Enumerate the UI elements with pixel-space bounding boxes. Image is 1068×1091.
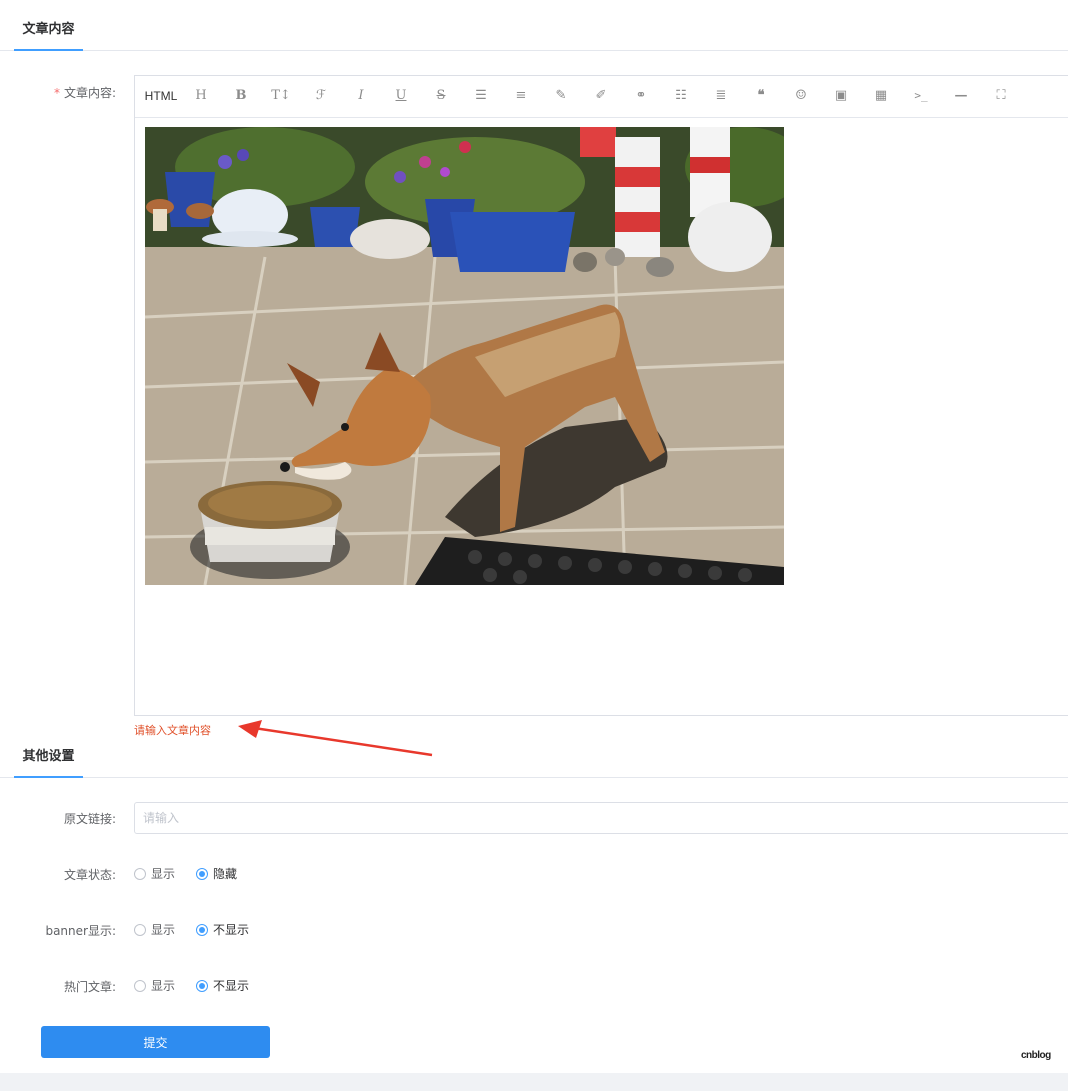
status-show-radio[interactable]: 显示 bbox=[134, 865, 175, 882]
tab-other-settings[interactable]: 其他设置 bbox=[14, 744, 83, 778]
status-hide-radio[interactable]: 隐藏 bbox=[196, 865, 237, 882]
radio-label: 隐藏 bbox=[213, 867, 238, 881]
radio-dot-icon bbox=[134, 923, 146, 936]
other-section-header: 其他设置 bbox=[0, 727, 1068, 778]
editor-toolbar: HTML H B T↕ ℱ I U S ☰ ≡ ✎ ✐ ⚭ ☷ ≣ ❝ ☺ ▣ … bbox=[135, 76, 1068, 118]
emoji-icon[interactable]: ☺ bbox=[788, 86, 814, 106]
footer-bar bbox=[0, 1073, 1068, 1091]
list-icon[interactable]: ☷ bbox=[668, 86, 694, 106]
watermark-logo: cnblog bbox=[1021, 1050, 1051, 1061]
radio-dot-icon bbox=[134, 979, 146, 992]
content-section-header: 文章内容 bbox=[0, 0, 1068, 51]
brush-icon[interactable]: ✐ bbox=[588, 86, 614, 106]
radio-dot-selected-icon bbox=[196, 979, 208, 992]
embedded-fox-photo[interactable] bbox=[145, 127, 784, 585]
quote-icon[interactable]: ❝ bbox=[748, 86, 774, 106]
radio-label: 不显示 bbox=[213, 979, 250, 993]
hot-show-radio[interactable]: 显示 bbox=[134, 977, 175, 994]
indent-icon[interactable]: ☰ bbox=[468, 86, 494, 106]
font-family-icon[interactable]: ℱ bbox=[308, 86, 334, 106]
heading-icon[interactable]: H bbox=[188, 86, 214, 106]
italic-icon[interactable]: I bbox=[348, 86, 374, 106]
banner-field-label: banner显示: bbox=[45, 924, 116, 938]
video-icon[interactable]: ▦ bbox=[868, 86, 894, 106]
bold-icon[interactable]: B bbox=[228, 86, 254, 106]
content-label-text: 文章内容: bbox=[63, 86, 116, 100]
hot-field-label: 热门文章: bbox=[63, 980, 116, 994]
link-icon[interactable]: ⚭ bbox=[628, 86, 654, 106]
image-icon[interactable]: ▣ bbox=[828, 86, 854, 106]
link-field-label: 原文链接: bbox=[63, 812, 116, 826]
hot-hide-radio[interactable]: 不显示 bbox=[196, 977, 249, 994]
content-field-label: * 文章内容: bbox=[40, 84, 116, 101]
tab-article-content[interactable]: 文章内容 bbox=[14, 17, 83, 51]
source-link-input[interactable] bbox=[134, 802, 1068, 834]
align-icon[interactable]: ≣ bbox=[708, 86, 734, 106]
underline-icon[interactable]: U bbox=[388, 86, 414, 106]
radio-label: 不显示 bbox=[213, 923, 250, 937]
submit-button[interactable]: 提交 bbox=[41, 1026, 270, 1058]
status-field-label: 文章状态: bbox=[63, 868, 116, 882]
fullscreen-icon[interactable]: ⛶ bbox=[988, 86, 1014, 106]
rich-text-editor[interactable]: HTML H B T↕ ℱ I U S ☰ ≡ ✎ ✐ ⚭ ☷ ≣ ❝ ☺ ▣ … bbox=[134, 75, 1068, 716]
code-icon[interactable]: >_ bbox=[908, 86, 934, 106]
strikethrough-icon[interactable]: S bbox=[428, 86, 454, 106]
radio-label: 显示 bbox=[151, 867, 176, 881]
line-height-icon[interactable]: ≡ bbox=[508, 86, 534, 106]
banner-hide-radio[interactable]: 不显示 bbox=[196, 921, 249, 938]
html-mode-button[interactable]: HTML bbox=[141, 86, 181, 106]
banner-show-radio[interactable]: 显示 bbox=[134, 921, 175, 938]
font-size-icon[interactable]: T↕ bbox=[268, 86, 294, 106]
radio-dot-selected-icon bbox=[196, 867, 208, 880]
radio-dot-selected-icon bbox=[196, 923, 208, 936]
radio-dot-icon bbox=[134, 867, 146, 880]
radio-label: 显示 bbox=[151, 979, 176, 993]
highlight-icon[interactable]: ✎ bbox=[548, 86, 574, 106]
required-mark: * bbox=[53, 86, 60, 100]
divider-icon[interactable]: — bbox=[948, 86, 974, 106]
radio-label: 显示 bbox=[151, 923, 176, 937]
